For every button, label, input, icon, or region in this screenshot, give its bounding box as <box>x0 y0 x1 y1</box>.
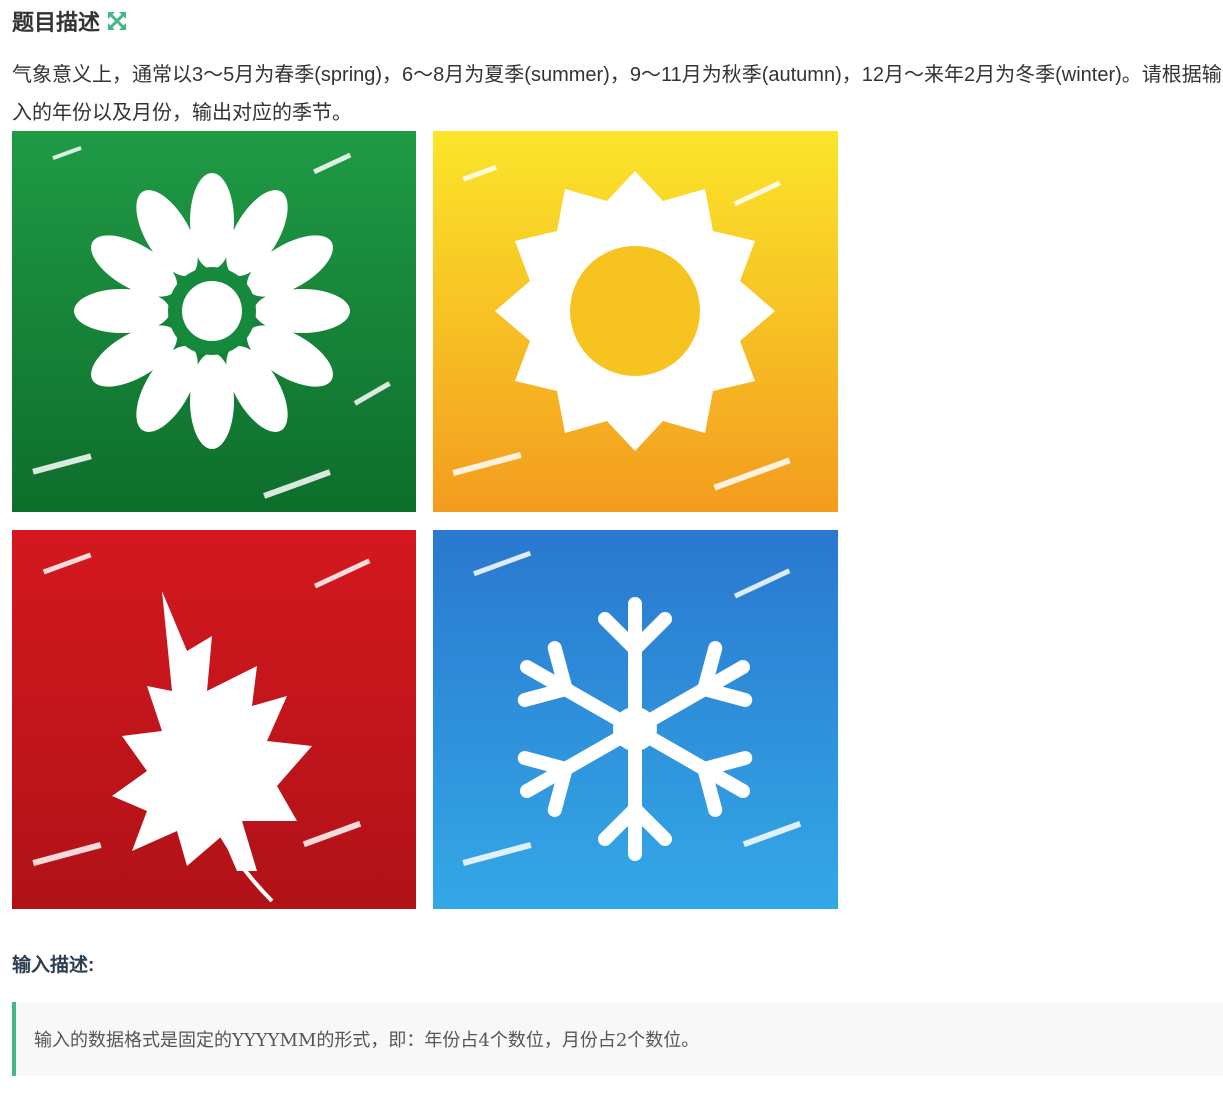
four-seasons-image <box>12 131 838 909</box>
problem-title-text: 题目描述 <box>12 10 101 35</box>
input-description-quote: 输入的数据格式是固定的YYYYMM的形式，即：年份占4个数位，月份占2个数位。 <box>12 1002 1223 1076</box>
problem-description: 气象意义上，通常以3～5月为春季(spring)，6～8月为夏季(summer)… <box>12 64 1222 124</box>
expand-arrows-icon[interactable] <box>106 10 128 32</box>
input-description-text: 输入的数据格式是固定的YYYYMM的形式，即：年份占4个数位，月份占2个数位。 <box>34 1030 700 1051</box>
input-description-title: 输入描述: <box>12 954 95 976</box>
problem-title: 题目描述 <box>12 4 128 38</box>
